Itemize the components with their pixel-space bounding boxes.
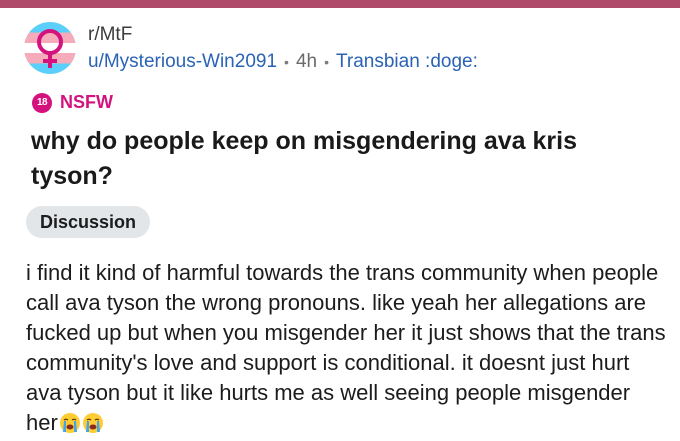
loudly-crying-face-icon: [82, 413, 103, 433]
author-line: u/Mysterious-Win2091 • 4h • Transbian :d…: [88, 50, 478, 74]
nsfw-tag: 18 NSFW: [32, 92, 113, 113]
top-strip: [0, 0, 680, 8]
post-header: r/MtF u/Mysterious-Win2091 • 4h • Transb…: [24, 22, 478, 74]
post-flair-chip[interactable]: Discussion: [26, 206, 151, 238]
separator-dot: •: [284, 54, 289, 70]
post-title[interactable]: why do people keep on misgendering ava k…: [31, 124, 611, 194]
post-body: i find it kind of harmful towards the tr…: [26, 258, 666, 438]
user-flair: Transbian :doge:: [335, 51, 478, 72]
subreddit-avatar[interactable]: [24, 22, 76, 74]
loudly-crying-face-icon: [59, 413, 80, 433]
post-flair-label: Discussion: [40, 211, 137, 232]
nsfw-label: NSFW: [60, 92, 113, 112]
post-meta: r/MtF u/Mysterious-Win2091 • 4h • Transb…: [88, 22, 478, 74]
female-symbol-icon: [37, 29, 63, 68]
subreddit-name[interactable]: r/MtF: [88, 24, 478, 46]
nsfw-icon: 18: [32, 92, 52, 113]
separator-dot: •: [324, 54, 329, 70]
post-time: 4h: [295, 51, 318, 72]
post-body-text: i find it kind of harmful towards the tr…: [26, 260, 666, 435]
author-username[interactable]: u/Mysterious-Win2091: [88, 50, 277, 74]
